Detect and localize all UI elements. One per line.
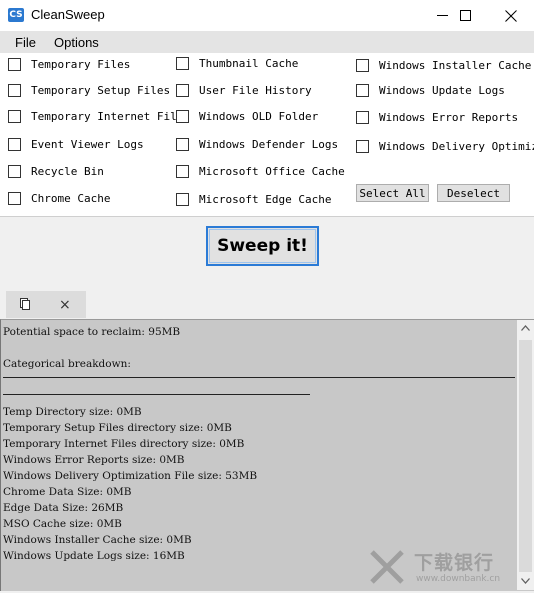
checkbox-label: Microsoft Edge Cache (199, 193, 332, 206)
menu-file[interactable]: File (15, 35, 36, 50)
vertical-scrollbar[interactable] (517, 320, 534, 590)
scroll-up-icon[interactable] (521, 325, 530, 331)
checkbox-label: Windows Installer Cache (379, 59, 532, 72)
checkbox-label: User File History (199, 84, 312, 97)
checkbox-label: Temporary Internet Files (31, 110, 190, 123)
output-line: Temp Directory size: 0MB (3, 406, 142, 418)
checkbox-event-viewer-logs[interactable]: Event Viewer Logs (8, 138, 144, 151)
window-title: CleanSweep (31, 7, 105, 22)
options-panel: Temporary Files Temporary Setup Files Te… (0, 53, 534, 217)
checkbox-box[interactable] (176, 193, 189, 206)
checkbox-label: Windows Defender Logs (199, 138, 339, 151)
checkbox-box[interactable] (176, 138, 189, 151)
checkbox-box[interactable] (176, 110, 189, 123)
checkbox-thumbnail-cache[interactable]: Thumbnail Cache (176, 57, 298, 70)
checkbox-windows-installer-cache[interactable]: Windows Installer Cache (356, 59, 531, 72)
app-icon: CS (8, 8, 24, 22)
checkbox-box[interactable] (356, 111, 369, 124)
title-bar: CS CleanSweep (0, 0, 534, 31)
document-icon (20, 298, 30, 310)
output-tab[interactable]: × (6, 291, 86, 318)
checkbox-label: Event Viewer Logs (31, 138, 144, 151)
checkbox-windows-error-reports[interactable]: Windows Error Reports (356, 111, 518, 124)
menu-bar: File Options (0, 31, 534, 53)
watermark: 下载银行 www.downbank.cn (368, 548, 516, 586)
checkbox-box[interactable] (176, 84, 189, 97)
checkbox-label: Recycle Bin (31, 165, 104, 178)
output-line: Temporary Internet Files directory size:… (3, 438, 245, 450)
checkbox-box[interactable] (8, 165, 21, 178)
checkbox-label: Thumbnail Cache (199, 57, 299, 70)
checkbox-microsoft-office-cache[interactable]: Microsoft Office Cache (176, 165, 345, 178)
checkbox-temporary-files[interactable]: Temporary Files (8, 58, 130, 71)
deselect-button[interactable]: Deselect (437, 184, 510, 202)
checkbox-label: Microsoft Office Cache (199, 165, 345, 178)
output-line: Windows Installer Cache size: 0MB (3, 534, 192, 546)
output-line: MSO Cache size: 0MB (3, 518, 122, 530)
watermark-url: www.downbank.cn (416, 574, 501, 584)
checkbox-windows-delivery-optimization[interactable]: Windows Delivery Optimizat (356, 140, 534, 153)
select-all-button[interactable]: Select All (356, 184, 429, 202)
checkbox-microsoft-edge-cache[interactable]: Microsoft Edge Cache (176, 193, 331, 206)
checkbox-temporary-setup-files[interactable]: Temporary Setup Files (8, 84, 170, 97)
checkbox-user-file-history[interactable]: User File History (176, 84, 312, 97)
output-line: Windows Error Reports size: 0MB (3, 454, 185, 466)
checkbox-windows-update-logs[interactable]: Windows Update Logs (356, 84, 505, 97)
scroll-down-icon[interactable] (521, 578, 530, 584)
checkbox-label: Chrome Cache (31, 192, 111, 205)
separator-line-short (3, 394, 310, 395)
checkbox-label: Windows Error Reports (379, 111, 519, 124)
close-button[interactable] (488, 0, 534, 31)
checkbox-box[interactable] (8, 138, 21, 151)
checkbox-temporary-internet-files[interactable]: Temporary Internet Files (8, 110, 190, 123)
watermark-text: 下载银行 (414, 552, 495, 574)
checkbox-box[interactable] (176, 165, 189, 178)
checkbox-label: Windows Delivery Optimizat (379, 140, 534, 153)
sweep-button[interactable]: Sweep it! (206, 226, 319, 266)
watermark-logo-icon (370, 550, 404, 584)
maximize-icon (459, 10, 471, 21)
output-line: Windows Delivery Optimization File size:… (3, 470, 258, 482)
checkbox-box[interactable] (176, 57, 189, 70)
scroll-thumb[interactable] (519, 340, 532, 572)
output-line: Temporary Setup Files directory size: 0M… (3, 422, 232, 434)
output-line: Potential space to reclaim: 95MB (3, 326, 181, 338)
checkbox-label: Windows OLD Folder (199, 110, 319, 123)
checkbox-recycle-bin[interactable]: Recycle Bin (8, 165, 104, 178)
checkbox-box[interactable] (356, 59, 369, 72)
checkbox-windows-defender-logs[interactable]: Windows Defender Logs (176, 138, 338, 151)
tab-close-icon[interactable]: × (59, 297, 71, 313)
checkbox-box[interactable] (8, 58, 21, 71)
checkbox-label: Windows Update Logs (379, 84, 505, 97)
menu-options[interactable]: Options (54, 35, 99, 50)
checkbox-windows-old-folder[interactable]: Windows OLD Folder (176, 110, 318, 123)
checkbox-box[interactable] (356, 84, 369, 97)
checkbox-box[interactable] (8, 110, 21, 123)
checkbox-chrome-cache[interactable]: Chrome Cache (8, 192, 110, 205)
checkbox-label: Temporary Setup Files (31, 84, 171, 97)
output-line: Categorical breakdown: (3, 358, 131, 370)
separator-line (3, 377, 515, 378)
checkbox-label: Temporary Files (31, 58, 131, 71)
maximize-button[interactable] (442, 0, 488, 31)
output-line: Edge Data Size: 26MB (3, 502, 124, 514)
output-line: Chrome Data Size: 0MB (3, 486, 132, 498)
output-text: Potential space to reclaim: 95MB Categor… (3, 324, 515, 564)
checkbox-box[interactable] (8, 192, 21, 205)
checkbox-box[interactable] (356, 140, 369, 153)
close-icon (505, 9, 517, 22)
checkbox-box[interactable] (8, 84, 21, 97)
